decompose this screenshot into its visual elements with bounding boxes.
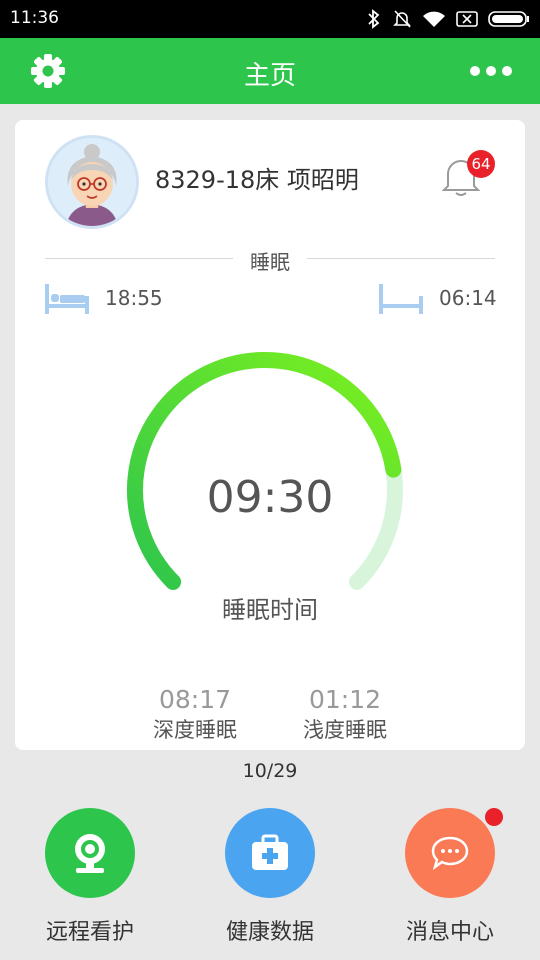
- current-date: 10/29: [242, 760, 298, 782]
- bed-in-icon: [45, 284, 89, 314]
- no-sim-icon: [456, 11, 478, 27]
- light-sleep-value: 01:12: [308, 685, 382, 714]
- status-time: 11:36: [10, 8, 59, 28]
- more-menu-icon[interactable]: [470, 54, 512, 88]
- nav-health-data[interactable]: 健康数据: [210, 808, 330, 946]
- app-bar: 主页: [0, 38, 540, 104]
- section-label: 睡眠: [250, 250, 290, 274]
- light-sleep-stat: 01:12 浅度睡眠: [285, 684, 405, 744]
- nav-message-center[interactable]: 消息中心: [390, 808, 510, 946]
- gauge-fill: [127, 352, 402, 590]
- page-title: 主页: [243, 61, 296, 91]
- nav-remote-care-label: 远程看护: [45, 920, 134, 945]
- total-sleep-time: 09:30: [206, 472, 334, 523]
- avatar[interactable]: [45, 135, 139, 229]
- battery-icon: [488, 11, 529, 27]
- elderly-woman-avatar-icon: [48, 138, 136, 226]
- light-sleep-label: 浅度睡眠: [303, 718, 387, 742]
- divider-right: [307, 258, 495, 259]
- nav-remote-care[interactable]: 远程看护: [30, 808, 150, 946]
- wifi-icon: [423, 11, 445, 27]
- nav-message-center-circle[interactable]: [405, 808, 503, 898]
- total-sleep-label: 睡眠时间: [222, 596, 318, 624]
- deep-sleep-stat: 08:17 深度睡眠: [135, 684, 255, 744]
- notification-badge: 64: [467, 150, 495, 178]
- mute-bell-icon: [393, 10, 411, 28]
- patient-name: 8329-18床 项昭明: [155, 166, 359, 194]
- bluetooth-icon: [368, 9, 380, 29]
- bed-out-icon: [379, 284, 423, 314]
- sleep-card: 8329-18床 项昭明 64 睡眠 18:55 06:14 09:30 睡眠时…: [15, 120, 525, 750]
- status-bar: 11:36: [0, 0, 540, 38]
- nav-health-data-label: 健康数据: [225, 920, 314, 945]
- chat-bubble-icon: [431, 836, 469, 871]
- nav-health-data-circle[interactable]: [225, 808, 315, 898]
- nav-message-center-label: 消息中心: [405, 920, 494, 945]
- camera-icon: [75, 834, 105, 873]
- deep-sleep-label: 深度睡眠: [153, 718, 237, 742]
- status-icons: [366, 6, 530, 32]
- bed-time: 18:55: [105, 286, 163, 310]
- wake-time: 06:14: [439, 286, 497, 310]
- nav-remote-care-circle[interactable]: [45, 808, 135, 898]
- medical-kit-icon: [252, 834, 288, 870]
- deep-sleep-value: 08:17: [158, 685, 232, 714]
- unread-dot: [485, 808, 503, 826]
